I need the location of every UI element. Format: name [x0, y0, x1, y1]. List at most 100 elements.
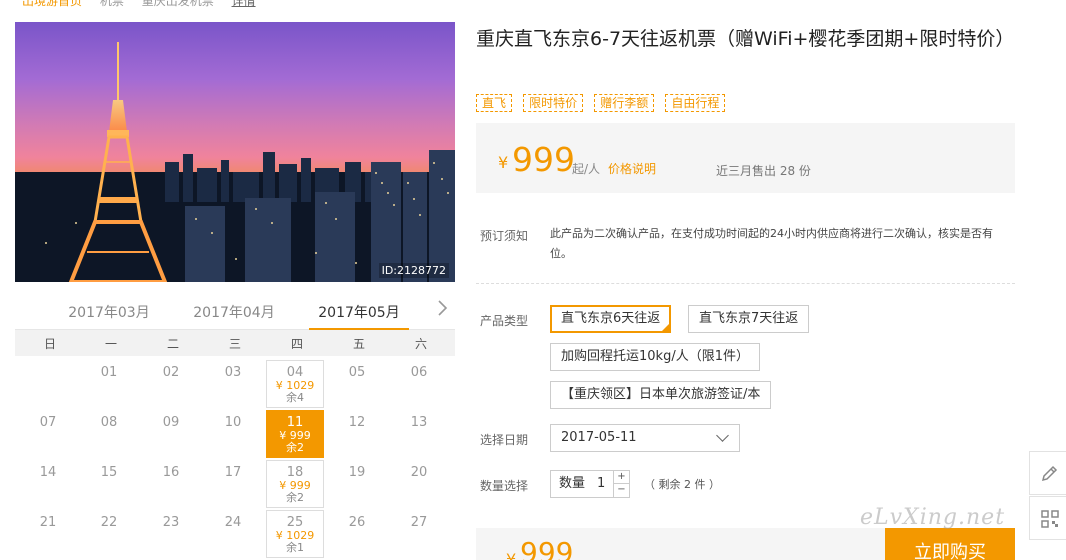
calendar-day: 06	[390, 360, 448, 408]
chevron-right-icon[interactable]	[437, 298, 449, 323]
price-unit: 起/人	[572, 162, 601, 176]
calendar-day: 03	[204, 360, 262, 408]
currency-symbol: ¥	[498, 153, 509, 172]
price-explain-link[interactable]: 价格说明	[608, 160, 656, 177]
breadcrumb-item[interactable]: 详情	[232, 0, 256, 8]
weekday-label: 六	[414, 337, 427, 351]
quantity-minus-button[interactable]: −	[613, 484, 629, 497]
product-type-option[interactable]: 直飞东京6天往返	[550, 305, 672, 333]
product-title: 重庆直飞东京6-7天往返机票（赠WiFi+樱花季团期+限时特价）	[476, 28, 1015, 50]
weekday-label: 三	[228, 337, 241, 351]
product-hero-image[interactable]: ID:2128772	[15, 22, 455, 282]
tag-badge: 直飞	[476, 94, 513, 112]
currency-symbol: ¥	[506, 550, 517, 560]
calendar-day: 24	[204, 510, 262, 558]
calendar-day: 13	[390, 410, 448, 458]
calendar-day-number: 08	[100, 415, 118, 430]
calendar-day: 01	[80, 360, 138, 408]
calendar-day: 09	[142, 410, 200, 458]
quantity-plus-button[interactable]: +	[613, 471, 629, 484]
breadcrumb-item[interactable]: 重庆出发机票	[142, 0, 214, 8]
calendar-day: 16	[142, 460, 200, 508]
breadcrumb: 出境游首页 机票 重庆出发机票 详情	[22, 0, 270, 8]
calendar-day: 07	[19, 410, 77, 458]
side-tool-feedback[interactable]	[1029, 451, 1066, 495]
calendar-day-remaining: 余4	[286, 391, 304, 404]
product-tags: 直飞 限时特价 赠行李额 自由行程	[476, 92, 731, 112]
calendar-day-available[interactable]: 18 ¥ 999 余2	[266, 460, 324, 508]
calendar-day-number: 13	[410, 415, 428, 430]
quantity-stepper[interactable]: 数量 1 + −	[550, 470, 630, 498]
tokyo-skyline-illustration	[15, 42, 455, 282]
calendar-day	[19, 360, 77, 408]
calendar-day-number: 14	[39, 465, 57, 480]
breadcrumb-item[interactable]: 机票	[100, 0, 124, 8]
image-id-label: ID:2128772	[378, 263, 449, 278]
calendar-weekday-header: 日 一 二 三 四 五 六	[15, 330, 455, 356]
calendar-day: 20	[390, 460, 448, 508]
calendar-day: 26	[328, 510, 386, 558]
calendar-day: 12	[328, 410, 386, 458]
calendar-day: 05	[328, 360, 386, 408]
tab-month-april[interactable]: 2017年04月	[184, 302, 284, 322]
side-tool-qrcode[interactable]	[1029, 496, 1066, 540]
product-type-label: 产品类型	[480, 314, 529, 328]
sold-count: 近三月售出 28 份	[716, 164, 811, 178]
weekday-label: 五	[352, 337, 365, 351]
calendar-day: 23	[142, 510, 200, 558]
calendar-month-tabs: 2017年03月 2017年04月 2017年05月	[15, 296, 455, 331]
calendar-day-number: 24	[224, 515, 242, 530]
quantity-label: 数量选择	[480, 479, 529, 493]
notice-label: 预订须知	[480, 229, 529, 243]
calendar-day-remaining: 余2	[286, 441, 304, 454]
calendar-day: 15	[80, 460, 138, 508]
calendar-day-number: 19	[348, 465, 366, 480]
calendar-day: 22	[80, 510, 138, 558]
calendar-day-number: 12	[348, 415, 366, 430]
calendar-day: 10	[204, 410, 262, 458]
calendar-day-remaining: 余1	[286, 541, 304, 554]
breadcrumb-item[interactable]: 出境游首页	[22, 0, 82, 8]
product-type-option[interactable]: 【重庆领区】日本单次旅游签证/本	[550, 381, 772, 409]
calendar-day-number: 15	[100, 465, 118, 480]
weekday-label: 二	[166, 337, 179, 351]
product-type-option[interactable]: 加购回程托运10kg/人（限1件）	[550, 343, 760, 371]
calendar-day-number: 23	[162, 515, 180, 530]
calendar-day: 21	[19, 510, 77, 558]
calendar-day-available[interactable]: 25 ¥ 1029 余1	[266, 510, 324, 558]
weekday-label: 日	[43, 337, 56, 351]
chevron-down-icon	[716, 429, 729, 442]
bottom-price-amount: 999	[520, 536, 574, 560]
tag-badge: 自由行程	[665, 94, 726, 112]
qrcode-icon	[1041, 510, 1059, 528]
date-select[interactable]: 2017-05-11	[550, 424, 740, 452]
calendar-day-number: 16	[162, 465, 180, 480]
calendar-day-number: 03	[224, 365, 242, 380]
calendar-day: 17	[204, 460, 262, 508]
calendar-day-number: 21	[39, 515, 57, 530]
weekday-label: 四	[290, 337, 303, 351]
calendar-day: 27	[390, 510, 448, 558]
calendar-day-number: 07	[39, 415, 57, 430]
calendar-day-available[interactable]: 04 ¥ 1029 余4	[266, 360, 324, 408]
calendar-day-number: 18	[286, 465, 304, 480]
tab-month-march[interactable]: 2017年03月	[59, 302, 159, 322]
buy-now-button[interactable]: 立即购买	[885, 528, 1015, 560]
calendar-day-number: 05	[348, 365, 366, 380]
date-label: 选择日期	[480, 433, 529, 447]
calendar-day-number: 04	[286, 365, 304, 380]
quantity-value[interactable]: 1	[597, 471, 605, 497]
divider	[476, 283, 1015, 284]
calendar-day-number: 06	[410, 365, 428, 380]
product-type-option[interactable]: 直飞东京7天往返	[688, 305, 810, 333]
calendar-day-available[interactable]: 11 ¥ 999 余2	[266, 410, 324, 458]
calendar-day: 14	[19, 460, 77, 508]
tab-month-may[interactable]: 2017年05月	[309, 302, 409, 331]
pencil-icon	[1041, 465, 1058, 482]
calendar-day-number: 10	[224, 415, 242, 430]
calendar-day: 02	[142, 360, 200, 408]
calendar-day-number: 01	[100, 365, 118, 380]
calendar-day-number: 26	[348, 515, 366, 530]
calendar-day-number: 09	[162, 415, 180, 430]
calendar-day: 08	[80, 410, 138, 458]
